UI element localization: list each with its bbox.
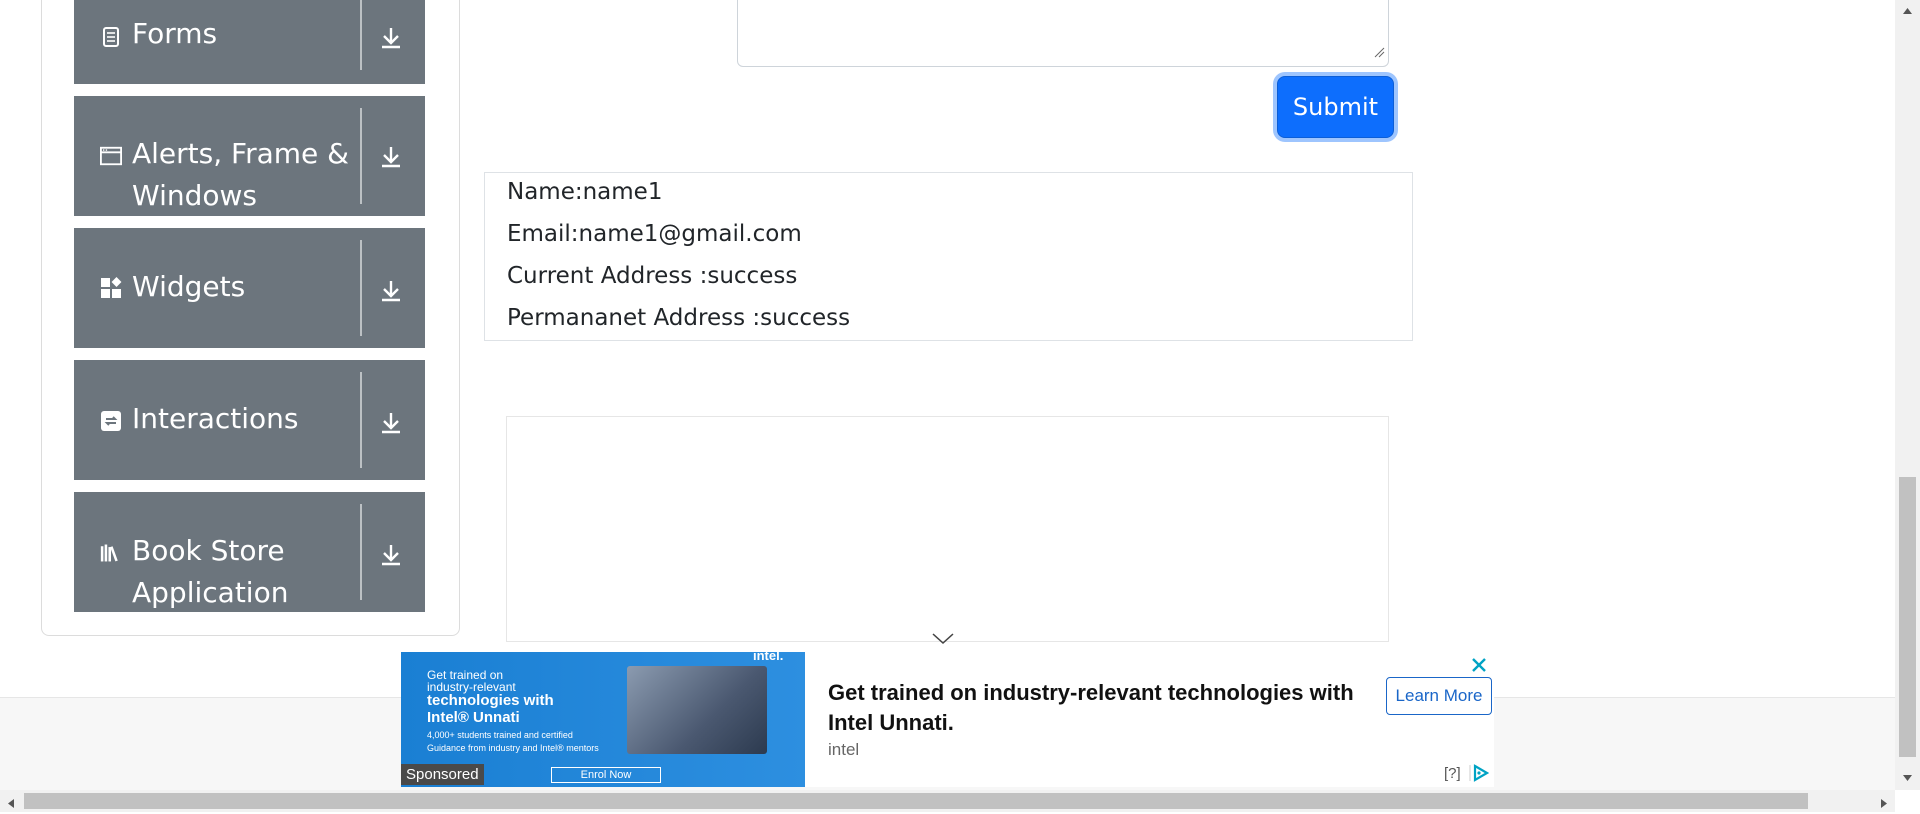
chevron-down-icon[interactable] [931,632,955,651]
interactions-icon [100,410,122,432]
download-icon[interactable] [374,139,408,173]
horizontal-scrollbar[interactable] [0,790,1895,812]
divider [360,240,362,336]
ad-image-text: 4,000+ students trained and certified [427,730,573,740]
divider [360,504,362,600]
ad-headline[interactable]: Get trained on industry-relevant technol… [828,678,1368,738]
ad-image-text: Intel® Unnati [427,709,520,726]
scroll-left-icon[interactable] [7,796,15,814]
vertical-scrollbar[interactable] [1895,0,1920,790]
sidebar-group-label: Alerts, Frame & [132,137,350,170]
sidebar-group-alerts[interactable]: Alerts, Frame & Windows [74,96,425,216]
learn-more-button[interactable]: Learn More [1386,677,1492,715]
sidebar-group-forms[interactable]: Forms [74,0,425,84]
ad-frame [506,416,1389,642]
download-icon[interactable] [374,20,408,54]
widgets-icon [100,277,122,299]
download-icon[interactable] [374,537,408,571]
sidebar-group-label: Widgets [132,270,246,303]
sidebar-group-label: Book Store [132,534,285,567]
adchoices-icon[interactable] [1469,764,1490,787]
download-icon[interactable] [374,405,408,439]
document-icon [100,26,122,48]
sidebar-group-widgets[interactable]: Widgets [74,228,425,348]
sponsored-ad[interactable]: Get trained on industry-relevant technol… [401,652,1494,787]
output-panel: Name:name1 Email:name1@gmail.com Current… [484,172,1413,341]
ad-image-text: technologies with [427,692,554,709]
scroll-right-icon[interactable] [1880,796,1888,814]
sidebar-group-label: Interactions [132,402,299,435]
permanent-address-textarea[interactable] [737,0,1389,67]
scroll-up-icon[interactable] [1902,2,1913,20]
divider [360,372,362,468]
sidebar-group-label: Forms [132,17,218,50]
sidebar-group-interactions[interactable]: Interactions [74,360,425,480]
close-icon[interactable] [1470,656,1488,679]
ad-help-link[interactable]: [?] [1444,765,1461,782]
divider [360,108,362,204]
output-current-address: Current Address :success [507,263,798,289]
window-icon [100,145,122,167]
resize-grip-icon[interactable] [1374,45,1385,63]
sidebar-group-book-store[interactable]: Book Store Application [74,492,425,612]
ad-photo [627,666,767,754]
books-icon [100,542,122,564]
ad-image-text: Guidance from industry and Intel® mentor… [427,743,599,753]
output-name: Name:name1 [507,179,663,205]
sidebar-group-label-line2: Application [132,576,289,609]
vertical-scrollbar-thumb[interactable] [1899,477,1916,757]
sidebar-group-label-line2: Windows [132,179,257,212]
sponsored-label: Sponsored [401,764,484,785]
output-permanent-address: Permananet Address :success [507,305,851,331]
scroll-down-icon[interactable] [1902,769,1913,787]
ad-brand-logo: intel. [753,652,784,663]
horizontal-scrollbar-thumb[interactable] [24,793,1808,809]
ad-enrol-button[interactable]: Enrol Now [551,767,661,783]
download-icon[interactable] [374,273,408,307]
ad-image[interactable]: Get trained on industry-relevant technol… [401,652,805,787]
submit-button[interactable]: Submit [1277,76,1394,138]
ad-source: intel [828,740,860,759]
output-email: Email:name1@gmail.com [507,221,802,247]
divider [360,0,362,70]
